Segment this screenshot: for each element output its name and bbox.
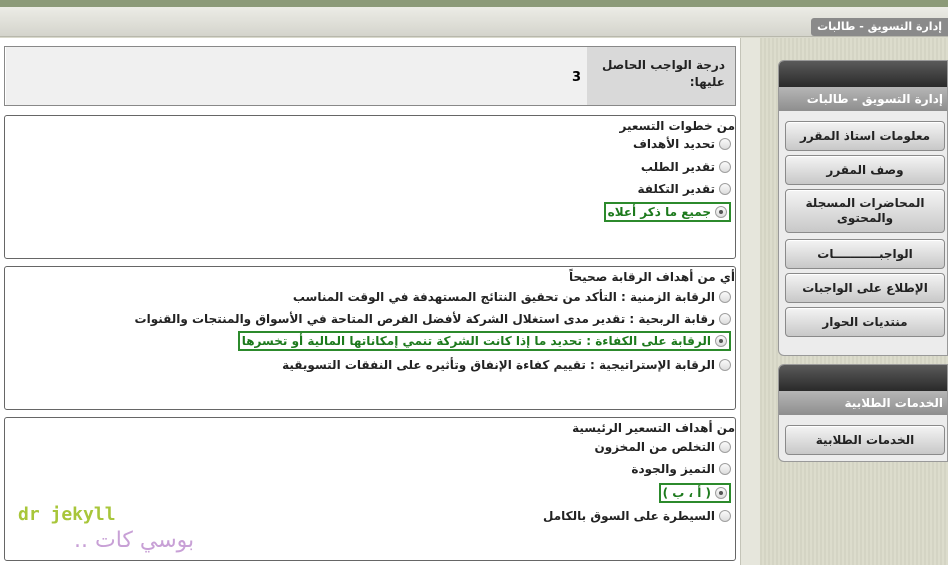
panel-top-bar (779, 61, 947, 87)
watermark-text-arabic: بوسي كات .. (74, 528, 195, 553)
option-label: تقدير الطلب (640, 160, 715, 174)
sidebar: إدارة التسويق - طالبات معلومات استاذ الم… (760, 38, 948, 565)
radio-button[interactable] (719, 359, 731, 371)
menu-button-view-assignments[interactable]: الإطلاع على الواجبات (785, 273, 945, 303)
grade-box: درجة الواجب الحاصل عليها: 3 (4, 46, 736, 106)
radio-button[interactable] (719, 161, 731, 173)
main-content: درجة الواجب الحاصل عليها: 3 من خطوات الت… (0, 38, 740, 565)
top-strip (0, 0, 948, 7)
radio-button[interactable] (719, 183, 731, 195)
answer-option-correct[interactable]: الرقابة على الكفاءة : تحديد ما إذا كانت … (237, 331, 731, 351)
radio-button[interactable] (719, 138, 731, 150)
option-label: الرقابة الزمنية : التأكد من تحقيق النتائ… (292, 290, 715, 304)
page-gutter (740, 38, 760, 565)
answer-option[interactable]: السيطرة على السوق بالكامل (543, 506, 731, 526)
option-label: السيطرة على السوق بالكامل (543, 509, 715, 523)
radio-button-checked[interactable] (715, 487, 727, 499)
grade-label: درجة الواجب الحاصل عليها: (601, 58, 725, 89)
menu-button-student-services[interactable]: الخدمات الطلابية (785, 425, 945, 455)
panel-title: الخدمات الطلابية (779, 391, 947, 415)
menu-button-assignments[interactable]: الواجبـــــــــــات (785, 239, 945, 269)
option-label: جميع ما ذكر أعلاه (607, 205, 711, 219)
student-services-panel: الخدمات الطلابية الخدمات الطلابية (778, 364, 948, 462)
option-label: التميز والجودة (631, 462, 715, 476)
radio-button[interactable] (719, 510, 731, 522)
menu-button-recorded-lectures[interactable]: المحاضرات المسجلة والمحتوى (785, 189, 945, 233)
option-label: الرقابة الإستراتيجية : تقييم كفاءة الإنف… (282, 358, 715, 372)
option-label: رقابة الربحية : تقدير مدى استغلال الشركة… (134, 312, 715, 326)
watermark-text-latin: dr jekyll (18, 504, 116, 525)
course-menu-panel: إدارة التسويق - طالبات معلومات استاذ الم… (778, 60, 948, 356)
answer-option[interactable]: رقابة الربحية : تقدير مدى استغلال الشركة… (135, 309, 731, 329)
question-box-1: من خطوات التسعير تحديد الأهداف تقدير الط… (4, 115, 736, 259)
radio-button[interactable] (719, 291, 731, 303)
panel-title: إدارة التسويق - طالبات (779, 87, 947, 111)
header-bar: إدارة التسويق - طالبات (0, 7, 948, 37)
answer-option-correct[interactable]: جميع ما ذكر أعلاه (603, 202, 731, 222)
option-label: ( أ ، ب ) (662, 486, 711, 500)
option-label: تحديد الأهداف (632, 137, 715, 151)
answer-option[interactable]: الرقابة الإستراتيجية : تقييم كفاءة الإنف… (282, 355, 731, 375)
question-title: أي من أهداف الرقابة صحيحاً (569, 270, 735, 284)
question-title: من خطوات التسعير (619, 119, 735, 133)
radio-button[interactable] (719, 441, 731, 453)
answer-option[interactable]: تقدير التكلفة (637, 179, 731, 199)
answer-option[interactable]: التخلص من المخزون (594, 437, 731, 457)
answer-option[interactable]: تقدير الطلب (641, 157, 731, 177)
grade-value: 3 (5, 47, 587, 105)
menu-button-course-description[interactable]: وصف المقرر (785, 155, 945, 185)
course-title-tab: إدارة التسويق - طالبات (811, 18, 948, 36)
radio-button-checked[interactable] (715, 206, 727, 218)
answer-option[interactable]: الرقابة الزمنية : التأكد من تحقيق النتائ… (293, 287, 731, 307)
answer-option[interactable]: تحديد الأهداف (633, 134, 731, 154)
option-label: الرقابة على الكفاءة : تحديد ما إذا كانت … (241, 334, 711, 348)
answer-option[interactable]: التميز والجودة (631, 459, 731, 479)
radio-button-checked[interactable] (715, 335, 727, 347)
answer-option-correct[interactable]: ( أ ، ب ) (658, 483, 731, 503)
option-label: التخلص من المخزون (594, 440, 716, 454)
panel-top-bar (779, 365, 947, 391)
radio-button[interactable] (719, 463, 731, 475)
question-box-2: أي من أهداف الرقابة صحيحاً الرقابة الزمن… (4, 266, 736, 410)
question-title: من أهداف التسعير الرئيسية (572, 421, 735, 435)
menu-button-instructor-info[interactable]: معلومات استاذ المقرر (785, 121, 945, 151)
menu-button-forums[interactable]: منتديات الحوار (785, 307, 945, 337)
option-label: تقدير التكلفة (637, 182, 715, 196)
radio-button[interactable] (719, 313, 731, 325)
